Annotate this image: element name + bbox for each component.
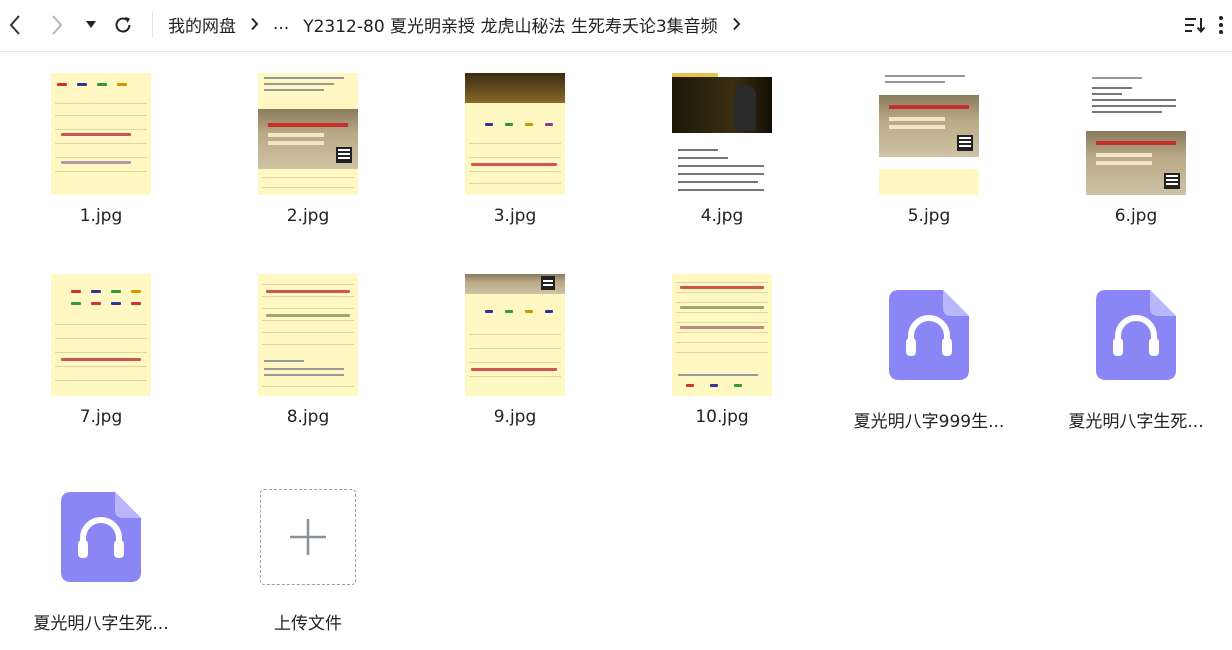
chevron-right-icon	[52, 15, 63, 35]
caret-down-icon	[86, 21, 96, 28]
headphones-icon	[61, 492, 141, 582]
image-thumbnail	[1086, 73, 1186, 195]
file-item-6[interactable]: 6.jpg	[1046, 72, 1226, 226]
upload-drop-box[interactable]	[260, 489, 356, 585]
top-toolbar: 我的网盘 ... Y2312-80 夏光明亲授 龙虎山秘法 生死寿夭论3集音频	[0, 0, 1232, 52]
headphones-icon	[889, 290, 969, 380]
file-name: 1.jpg	[79, 206, 123, 226]
file-item-7[interactable]: 7.jpg	[11, 273, 191, 427]
breadcrumb: 我的网盘 ... Y2312-80 夏光明亲授 龙虎山秘法 生死寿夭论3集音频	[168, 12, 755, 37]
file-name: 3.jpg	[493, 206, 537, 226]
sort-icon	[1185, 18, 1206, 34]
file-name: 夏光明八字生死...	[1068, 412, 1204, 432]
upload-label: 上传文件	[274, 614, 342, 634]
file-name: 夏光明八字999生...	[853, 412, 1005, 432]
file-item-4[interactable]: 4.jpg	[632, 72, 812, 226]
file-item-2[interactable]: 2.jpg	[218, 72, 398, 226]
breadcrumb-separator-icon	[732, 17, 741, 31]
plus-icon	[290, 519, 326, 555]
upload-file-button[interactable]: 上传文件	[218, 475, 398, 634]
file-name: 6.jpg	[1114, 206, 1158, 226]
file-item-10[interactable]: 10.jpg	[632, 273, 812, 427]
image-thumbnail	[51, 274, 151, 396]
file-name: 9.jpg	[493, 407, 537, 427]
breadcrumb-root[interactable]: 我的网盘	[168, 12, 236, 37]
file-grid: 1.jpg 2.jpg 3.jpg 4.jpg 5.jpg 6.jpg 7.jp…	[0, 52, 1232, 650]
image-thumbnail	[879, 73, 979, 195]
image-thumbnail	[672, 274, 772, 396]
file-item-8[interactable]: 8.jpg	[218, 273, 398, 427]
image-thumbnail	[258, 274, 358, 396]
breadcrumb-ellipsis[interactable]: ...	[273, 14, 289, 34]
file-name: 4.jpg	[700, 206, 744, 226]
refresh-icon	[115, 17, 131, 33]
file-item-12[interactable]: 夏光明八字生死...	[1046, 273, 1226, 432]
file-item-5[interactable]: 5.jpg	[839, 72, 1019, 226]
image-thumbnail	[465, 73, 565, 195]
headphones-icon	[1096, 290, 1176, 380]
refresh-button[interactable]	[108, 10, 138, 40]
file-name: 2.jpg	[286, 206, 330, 226]
file-item-11[interactable]: 夏光明八字999生...	[839, 273, 1019, 432]
forward-button[interactable]	[42, 10, 72, 40]
image-thumbnail	[51, 73, 151, 195]
image-thumbnail	[258, 73, 358, 195]
sort-button[interactable]	[1180, 10, 1210, 40]
view-tools	[1180, 10, 1232, 40]
file-item-13[interactable]: 夏光明八字生死...	[11, 475, 191, 634]
breadcrumb-separator-icon	[250, 17, 259, 31]
file-name: 7.jpg	[79, 407, 123, 427]
file-name: 夏光明八字生死...	[33, 614, 169, 634]
back-button[interactable]	[0, 10, 30, 40]
file-item-3[interactable]: 3.jpg	[425, 72, 605, 226]
more-options-button[interactable]	[1210, 10, 1232, 40]
file-item-1[interactable]: 1.jpg	[11, 72, 191, 226]
more-vertical-icon	[1219, 16, 1223, 34]
file-item-9[interactable]: 9.jpg	[425, 273, 605, 427]
history-dropdown-button[interactable]	[76, 10, 106, 40]
file-name: 10.jpg	[695, 407, 749, 427]
file-name: 5.jpg	[907, 206, 951, 226]
image-thumbnail	[672, 73, 772, 195]
breadcrumb-current-folder[interactable]: Y2312-80 夏光明亲授 龙虎山秘法 生死寿夭论3集音频	[303, 12, 717, 37]
file-name: 8.jpg	[286, 407, 330, 427]
toolbar-divider	[152, 12, 153, 38]
chevron-left-icon	[9, 15, 20, 35]
image-thumbnail	[465, 274, 565, 396]
